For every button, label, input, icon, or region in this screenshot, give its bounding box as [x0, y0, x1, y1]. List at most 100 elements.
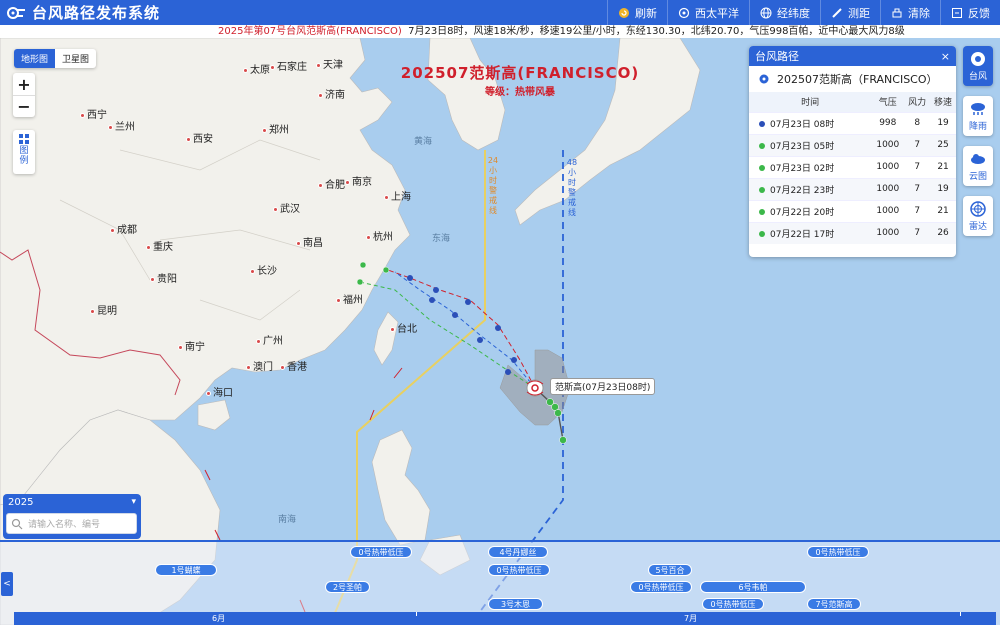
timeline-storm[interactable]: 4号丹娜丝: [488, 546, 548, 558]
table-row[interactable]: 07月22日 23时 1000 7 19: [749, 177, 956, 200]
city-label: 澳门: [246, 358, 273, 373]
timeline-storm[interactable]: 5号百合: [648, 564, 692, 576]
storm-timeline: < 1号蝴蝶 0号热带低压 2号圣帕 3号木恩 4号丹娜丝 0号热带低压 0号热…: [0, 540, 1000, 625]
typhoon-icon: [971, 52, 985, 66]
rain-layer-button[interactable]: 降雨: [963, 96, 993, 136]
city-label: 合肥: [318, 176, 345, 191]
timeline-storm[interactable]: 0号热带低压: [702, 598, 764, 610]
table-row[interactable]: 07月22日 20时 1000 7 21: [749, 199, 956, 222]
news-ticker: 2025年第07号台风范斯高(FRANCISCO) 7月23日8时，风速18米/…: [0, 25, 1000, 38]
zoom-control: + −: [13, 73, 35, 117]
ruler-icon: [832, 7, 842, 18]
city-label: 贵阳: [150, 270, 177, 285]
timeline-storm[interactable]: 0号热带低压: [350, 546, 412, 558]
latlon-label: 经纬度: [777, 6, 810, 20]
cloud-layer-label: 云图: [968, 172, 987, 182]
city-label: 海口: [206, 384, 233, 399]
city-label: 台北: [390, 320, 417, 335]
measure-button[interactable]: 测距: [820, 0, 880, 25]
city-label: 福州: [336, 291, 363, 306]
storm-level: 等级：热带风暴: [485, 87, 555, 98]
city-label: 杭州: [366, 228, 393, 243]
search-placeholder: 请输入名称、编号: [28, 520, 101, 530]
ticker-headline: 2025年第07号台风范斯高(FRANCISCO): [218, 26, 402, 37]
feedback-label: 反馈: [968, 6, 990, 20]
city-label: 西安: [186, 130, 213, 145]
city-label: 天津: [316, 56, 343, 71]
city-label: 上海: [384, 188, 411, 203]
legend-label: 图例: [19, 146, 29, 166]
city-label: 武汉: [273, 200, 300, 215]
timeline-prev-button[interactable]: <: [1, 572, 13, 596]
timeline-storm[interactable]: 3号木恩: [488, 598, 543, 610]
track-point-dot: [759, 231, 765, 238]
city-label: 兰州: [108, 118, 135, 133]
zoom-out-button[interactable]: −: [13, 95, 35, 117]
city-label: 太原: [243, 61, 270, 76]
track-table: 时间 气压 风力 移速 07月23日 08时 998 8 19 07月23日 05时 1…: [749, 92, 956, 244]
latlon-button[interactable]: 经纬度: [749, 0, 820, 25]
clear-icon: [892, 8, 902, 17]
timeline-storm[interactable]: 7号范斯高: [807, 598, 861, 610]
timeline-storm[interactable]: 6号韦帕: [700, 581, 806, 593]
radar-layer-label: 雷达: [968, 222, 987, 232]
col-speed: 移速: [930, 92, 956, 112]
toolbar: 刷新 西太平洋 经纬度 测距 清除 反馈: [607, 0, 1000, 25]
table-row[interactable]: 07月23日 08时 998 8 19: [749, 111, 956, 134]
city-label: 西宁: [80, 106, 107, 121]
typhoon-layer-label: 台风: [968, 72, 987, 82]
warning-48h-label: 48小时警戒线: [566, 158, 578, 217]
search-input[interactable]: 请输入名称、编号: [6, 513, 137, 534]
app-title: 台风路径发布系统: [32, 4, 161, 22]
city-label: 石家庄: [270, 58, 307, 73]
year-value: 2025: [8, 496, 34, 508]
typhoon-logo-icon: [7, 6, 25, 19]
ticker-detail: 7月23日8时，风速18米/秒，移速19公里/小时，东经130.30，北纬20.…: [408, 26, 905, 37]
storm-title: 202507范斯高(FRANCISCO): [400, 64, 640, 82]
city-label: 南昌: [296, 234, 323, 249]
table-row[interactable]: 07月23日 05时 1000 7 25: [749, 133, 956, 156]
tab-satellite-map[interactable]: 卫星图: [55, 49, 96, 68]
legend-button[interactable]: 图例: [13, 130, 35, 174]
region-label: 西太平洋: [695, 6, 739, 20]
radar-layer-button[interactable]: 雷达: [963, 196, 993, 236]
timeline-storm[interactable]: 0号热带低压: [630, 581, 692, 593]
radar-icon: [970, 201, 986, 217]
zoom-in-button[interactable]: +: [13, 73, 35, 95]
month-label: 7月: [684, 614, 698, 623]
col-pressure: 气压: [871, 92, 905, 112]
close-icon[interactable]: ×: [941, 50, 950, 63]
timeline-storm[interactable]: 1号蝴蝶: [155, 564, 217, 576]
rain-icon: [971, 103, 985, 115]
timeline-storm[interactable]: 0号热带低压: [488, 564, 550, 576]
typhoon-marker-icon: [759, 74, 769, 84]
refresh-button[interactable]: 刷新: [607, 0, 667, 25]
col-time: 时间: [749, 92, 872, 112]
measure-label: 测距: [848, 6, 870, 20]
table-row[interactable]: 07月23日 02时 1000 7 21: [749, 155, 956, 178]
feedback-button[interactable]: 反馈: [940, 0, 1000, 25]
month-label: 6月: [212, 614, 226, 623]
cloud-layer-button[interactable]: 云图: [963, 146, 993, 186]
tab-terrain-map[interactable]: 地形图: [14, 49, 56, 68]
track-point-dot: [759, 165, 765, 171]
city-label: 郑州: [262, 121, 289, 136]
storm-position-tag[interactable]: 范斯高(07月23日08时): [550, 378, 656, 395]
sea-label: 黄海: [414, 137, 433, 147]
app-header: 台风路径发布系统 刷新 西太平洋 经纬度 测距 清除 反馈: [0, 0, 1000, 25]
timeline-storm[interactable]: 2号圣帕: [325, 581, 370, 593]
sea-label: 南海: [278, 515, 297, 525]
globe-icon: [760, 7, 772, 18]
timeline-storm[interactable]: 0号热带低压: [807, 546, 869, 558]
table-row[interactable]: 07月22日 17时 1000 7 26: [749, 221, 956, 244]
forecast-points: [407, 275, 517, 375]
clear-label: 清除: [908, 6, 930, 20]
search-icon: [11, 518, 23, 529]
rain-layer-label: 降雨: [968, 122, 987, 132]
chevron-down-icon: ▾: [131, 497, 136, 507]
clear-button[interactable]: 清除: [880, 0, 940, 25]
region-button[interactable]: 西太平洋: [667, 0, 749, 25]
app-logo: 台风路径发布系统: [0, 2, 160, 23]
typhoon-layer-button[interactable]: 台风: [963, 46, 993, 86]
storm-name-row[interactable]: 202507范斯高（FRANCISCO）: [749, 66, 956, 92]
